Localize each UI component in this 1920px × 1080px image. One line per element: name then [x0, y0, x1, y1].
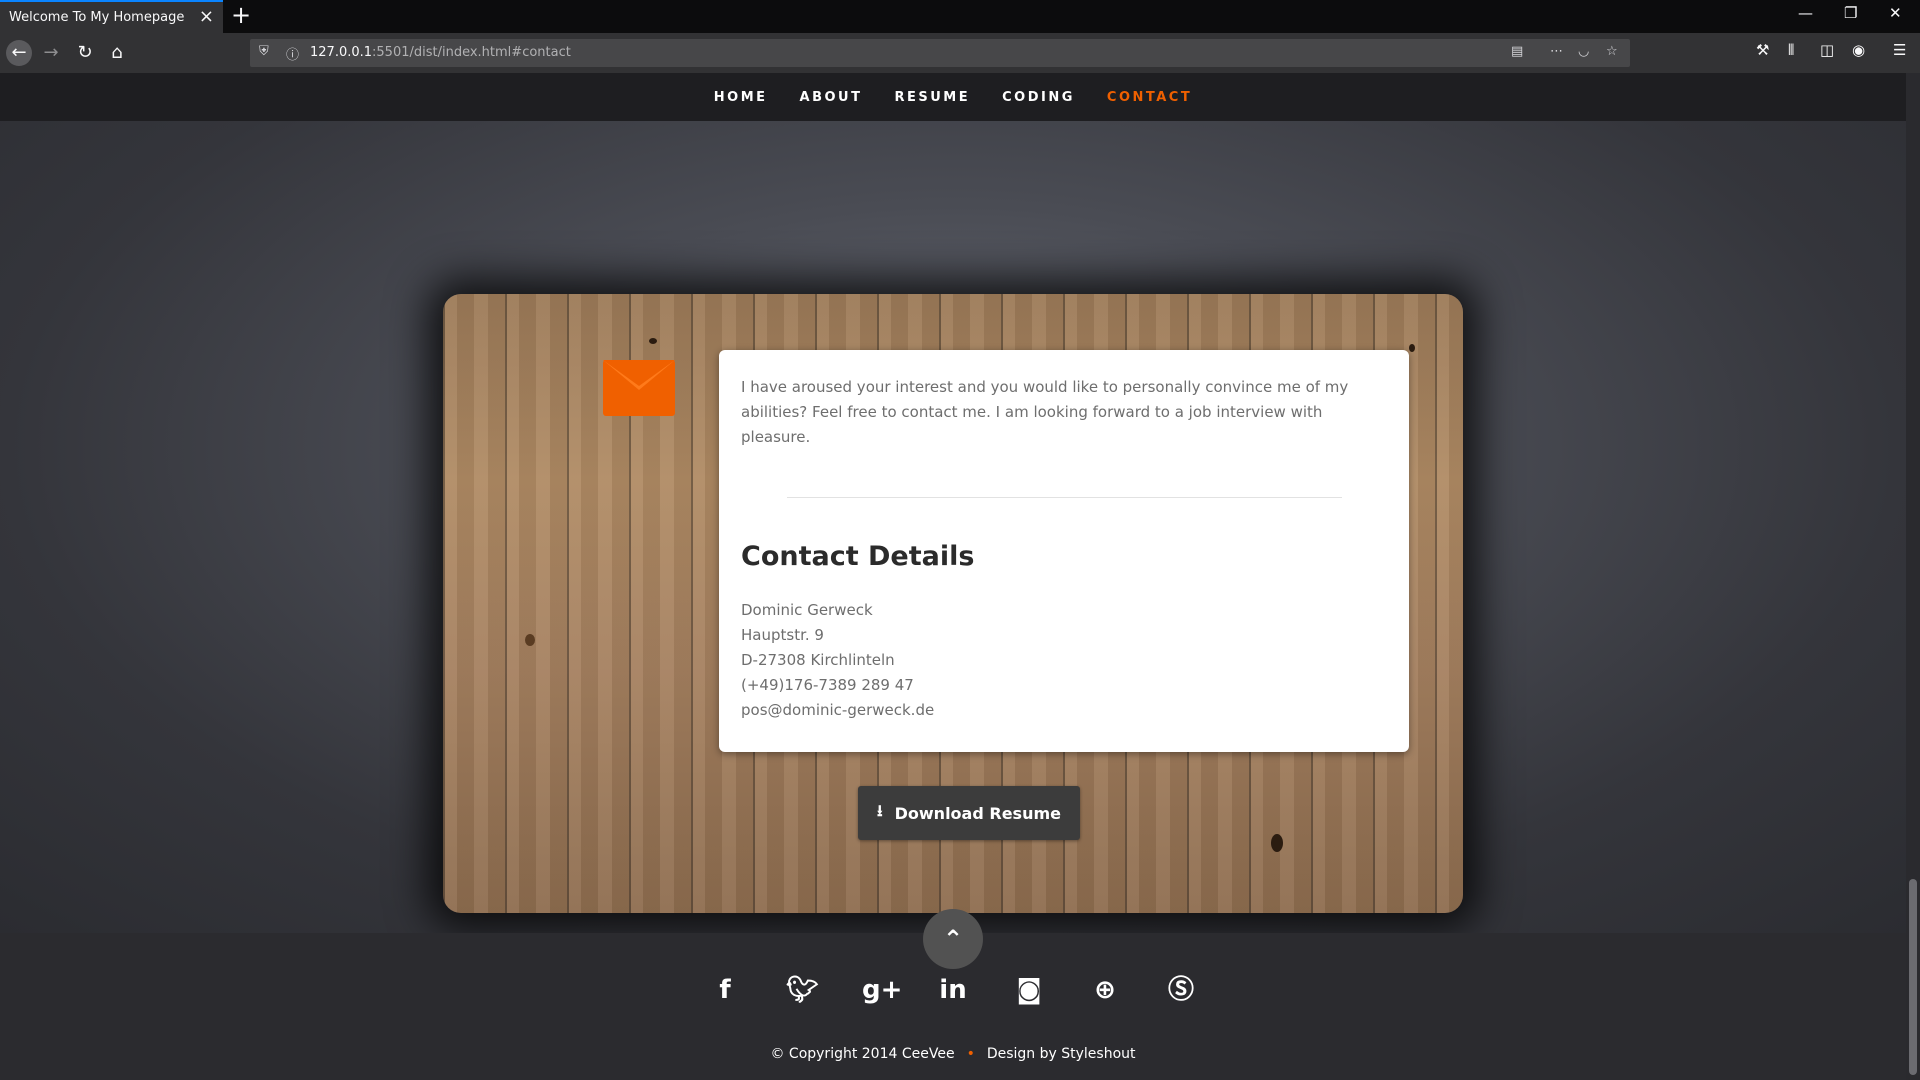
- menu-icon[interactable]: ☰: [1893, 41, 1906, 59]
- contact-city: D-27308 Kirchlinteln: [741, 651, 895, 669]
- url-path: :5501/dist/index.html#contact: [372, 45, 571, 60]
- dribbble-icon[interactable]: ⊕: [1090, 975, 1120, 1005]
- account-icon[interactable]: ◉: [1852, 41, 1865, 59]
- scrollbar-thumb[interactable]: [1909, 879, 1917, 1075]
- google-plus-icon[interactable]: g+: [862, 975, 902, 1005]
- reload-icon[interactable]: ↻: [72, 40, 98, 66]
- download-resume-label: Download Resume: [894, 803, 1061, 823]
- wood-knot: [649, 338, 657, 344]
- browser-tab[interactable]: Welcome To My Homepage ×: [0, 0, 223, 33]
- nav-resume[interactable]: RESUME: [894, 90, 970, 105]
- reader-view-icon[interactable]: ▤: [1511, 44, 1523, 59]
- wrench-icon[interactable]: ⚒: [1756, 41, 1769, 59]
- separator-dot: •: [966, 1046, 975, 1062]
- wood-knot: [1409, 344, 1415, 352]
- contact-email[interactable]: pos@dominic-gerweck.de: [741, 698, 1387, 723]
- contact-card: I have aroused your interest and you wou…: [719, 350, 1409, 752]
- sidebar-icon[interactable]: ◫: [1820, 41, 1834, 59]
- wood-knot: [525, 634, 535, 646]
- copyright-line: © Copyright 2014 CeeVee • Design by Styles…: [0, 1046, 1906, 1062]
- restore-icon[interactable]: ❐: [1844, 4, 1857, 22]
- nav-home[interactable]: HOME: [714, 90, 768, 105]
- site-nav: HOME ABOUT RESUME CODING CONTACT: [0, 73, 1906, 121]
- contact-name: Dominic Gerweck: [741, 601, 873, 619]
- forward-arrow-icon[interactable]: →: [38, 40, 64, 66]
- bookmark-star-icon[interactable]: ☆: [1606, 44, 1618, 59]
- go-top-chevron-up-icon[interactable]: ⌃: [923, 909, 983, 969]
- tab-title: Welcome To My Homepage: [9, 10, 185, 25]
- social-links: f 🐦︎ g+ in ◙ ⊕ Ⓢ: [0, 975, 1906, 1005]
- linkedin-icon[interactable]: in: [938, 975, 968, 1005]
- info-icon[interactable]: ⓘ: [286, 44, 299, 63]
- home-icon[interactable]: ⌂: [104, 40, 130, 66]
- minimize-icon[interactable]: —: [1798, 4, 1813, 22]
- contact-section: I have aroused your interest and you wou…: [0, 121, 1906, 933]
- envelope-icon: [603, 360, 675, 416]
- facebook-icon[interactable]: f: [710, 975, 740, 1005]
- shield-icon[interactable]: ⛨: [259, 44, 269, 59]
- page-scrollbar[interactable]: [1906, 73, 1920, 1080]
- nav-about[interactable]: ABOUT: [800, 90, 863, 105]
- pocket-icon[interactable]: ◡: [1578, 44, 1589, 59]
- divider: [786, 497, 1342, 498]
- nav-contact[interactable]: CONTACT: [1107, 90, 1192, 105]
- contact-details-heading: Contact Details: [741, 541, 975, 572]
- page-actions-icon[interactable]: ⋯: [1550, 44, 1563, 59]
- copyright-text: © Copyright 2014 CeeVee: [770, 1046, 955, 1062]
- url-host: 127.0.0.1: [310, 45, 373, 60]
- contact-street: Hauptstr. 9: [741, 626, 824, 644]
- twitter-icon[interactable]: 🐦︎: [786, 975, 819, 1005]
- browser-toolbar: ← → ↻ ⌂ ⛨ ⓘ 127.0.0.1:5501/dist/index.ht…: [0, 33, 1920, 73]
- close-tab-icon[interactable]: ×: [199, 8, 214, 26]
- library-icon[interactable]: ⫴: [1788, 41, 1794, 59]
- new-tab-icon[interactable]: +: [231, 3, 251, 27]
- wood-panel: I have aroused your interest and you wou…: [443, 294, 1463, 913]
- footer: ⌃ f 🐦︎ g+ in ◙ ⊕ Ⓢ © Copyright 2014 CeeV…: [0, 909, 1906, 1080]
- back-arrow-icon[interactable]: ←: [6, 40, 32, 66]
- url-bar[interactable]: ⛨ ⓘ 127.0.0.1:5501/dist/index.html#conta…: [250, 39, 1630, 67]
- browser-tab-bar: Welcome To My Homepage × + — ❐ ✕: [0, 0, 1920, 33]
- wood-knot: [1271, 834, 1283, 852]
- window-close-icon[interactable]: ✕: [1889, 4, 1902, 22]
- contact-phone: (+49)176-7389 289 47: [741, 676, 914, 694]
- skype-icon[interactable]: Ⓢ: [1166, 975, 1196, 1005]
- url-text[interactable]: 127.0.0.1:5501/dist/index.html#contact: [310, 45, 571, 60]
- instagram-icon[interactable]: ◙: [1014, 975, 1044, 1005]
- web-page: HOME ABOUT RESUME CODING CONTACT I have …: [0, 73, 1906, 1080]
- contact-address: Dominic Gerweck Hauptstr. 9 D-27308 Kirc…: [741, 598, 1387, 723]
- download-resume-button[interactable]: ⭳ Download Resume: [858, 786, 1080, 840]
- design-credit[interactable]: Design by Styleshout: [987, 1046, 1136, 1062]
- nav-coding[interactable]: CODING: [1002, 90, 1075, 105]
- download-icon: ⭳: [877, 800, 883, 820]
- contact-intro: I have aroused your interest and you wou…: [741, 378, 1349, 446]
